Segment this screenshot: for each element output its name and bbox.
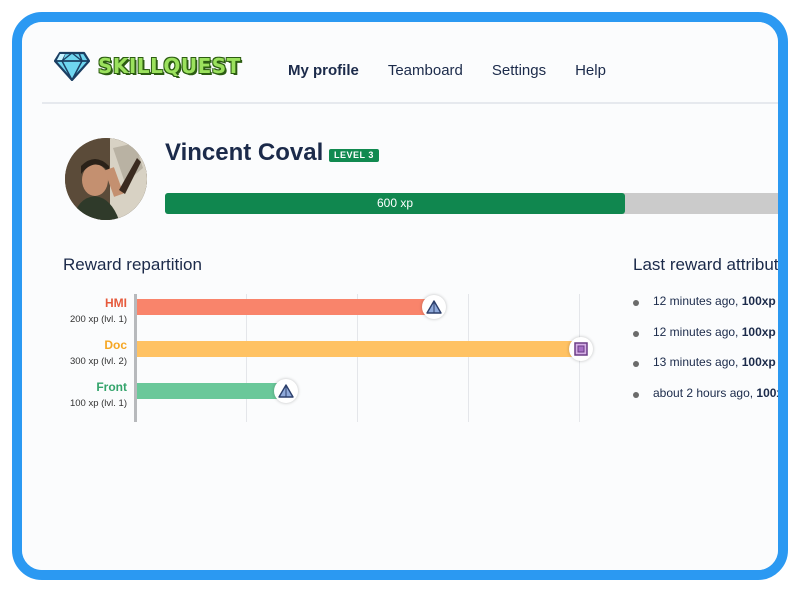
reward-xp: 100xp [741, 294, 776, 308]
triangle-badge-icon [274, 379, 298, 403]
nav-settings[interactable]: Settings [492, 62, 546, 79]
category-label: HMI [105, 296, 127, 310]
reward-time: 12 minutes ago, [653, 294, 742, 308]
reward-time: about 2 hours ago, [653, 385, 757, 400]
category-label: Doc [104, 338, 127, 352]
bullet-icon [633, 361, 639, 367]
nav-help[interactable]: Help [575, 62, 606, 79]
category-bar [137, 341, 579, 357]
category-bar [137, 383, 284, 399]
nav-teamboard[interactable]: Teamboard [388, 62, 463, 79]
square-badge-icon [569, 337, 593, 361]
reward-time: 13 minutes ago, [653, 355, 742, 369]
reward-xp: 100xp [756, 385, 778, 400]
device-frame: SKILLQUEST My profile Teamboard Settings… [12, 12, 788, 580]
logo-text: SKILLQUEST [98, 54, 241, 78]
header-divider [42, 102, 778, 104]
reward-xp: 100xp [741, 324, 776, 339]
reward-repartition-title: Reward repartition [63, 255, 202, 274]
bullet-icon [633, 300, 639, 306]
last-rewards-title: Last reward attributions [633, 255, 778, 274]
avatar-photo-icon [65, 138, 147, 220]
app-logo[interactable]: SKILLQUEST [54, 46, 241, 86]
nav-my-profile[interactable]: My profile [288, 62, 359, 79]
diamond-icon [54, 51, 90, 81]
bullet-icon [633, 330, 639, 337]
category-xp-label: 300 xp (lvl. 2) [69, 356, 127, 367]
category-xp-label: 200 xp (lvl. 1) [69, 314, 127, 325]
category-bar [137, 299, 432, 315]
app-screen: SKILLQUEST My profile Teamboard Settings… [22, 22, 778, 570]
category-xp-label: 100 xp (lvl. 1) [69, 398, 127, 409]
category-label: Front [96, 380, 127, 394]
reward-xp: 100xp [741, 355, 776, 369]
reward-time: 12 minutes ago, [653, 324, 742, 339]
bullet-icon [633, 391, 639, 398]
main-nav: My profile Teamboard Settings Help [288, 62, 635, 79]
avatar [65, 138, 147, 220]
triangle-badge-icon [422, 295, 446, 319]
top-navbar: SKILLQUEST My profile Teamboard Settings… [22, 22, 778, 102]
xp-progress-fill: 600 xp [165, 193, 625, 214]
level-badge: LEVEL 3 [329, 149, 379, 162]
user-name: Vincent Coval [165, 139, 324, 166]
chart-gridline [468, 294, 469, 422]
